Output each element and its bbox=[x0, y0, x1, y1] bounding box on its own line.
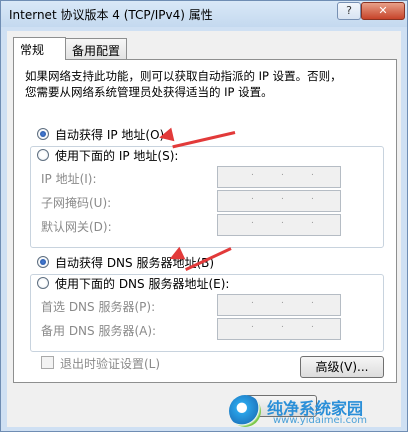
validate-checkbox[interactable] bbox=[41, 356, 54, 369]
ip-auto-label[interactable]: 自动获得 IP 地址(O) bbox=[55, 126, 164, 143]
ip-address-field[interactable]: ... bbox=[217, 166, 341, 188]
watermark: 纯净系统家园 www.yidaimei.com bbox=[229, 393, 405, 431]
description-line-1: 如果网络支持此功能，则可以获取自动指派的 IP 设置。否则， bbox=[25, 69, 342, 83]
tab-alternate-config[interactable]: 备用配置 bbox=[65, 38, 127, 59]
alternate-dns-field[interactable]: ... bbox=[217, 318, 341, 340]
title-bar: Internet 协议版本 4 (TCP/IPv4) 属性 ? ✕ bbox=[1, 1, 407, 27]
dns-manual-label[interactable]: 使用下面的 DNS 服务器地址(E): bbox=[55, 275, 232, 292]
subnet-mask-field[interactable]: ... bbox=[217, 190, 341, 212]
dialog-window: Internet 协议版本 4 (TCP/IPv4) 属性 ? ✕ 常规 备用配… bbox=[0, 0, 408, 432]
help-button[interactable]: ? bbox=[337, 2, 361, 20]
preferred-dns-label: 首选 DNS 服务器(P): bbox=[41, 300, 156, 314]
default-gateway-field[interactable]: ... bbox=[217, 214, 341, 236]
advanced-button[interactable]: 高级(V)... bbox=[300, 356, 384, 378]
watermark-url: www.yidaimei.com bbox=[273, 415, 367, 426]
subnet-mask-label: 子网掩码(U): bbox=[41, 196, 112, 210]
ip-manual-label[interactable]: 使用下面的 IP 地址(S): bbox=[55, 147, 181, 164]
description-text: 如果网络支持此功能，则可以获取自动指派的 IP 设置。否则， 您需要从网络系统管… bbox=[25, 68, 385, 100]
tab-general[interactable]: 常规 bbox=[13, 37, 66, 60]
validate-label[interactable]: 退出时验证设置(L) bbox=[60, 355, 160, 372]
watermark-logo-icon bbox=[229, 395, 261, 427]
ip-auto-radio[interactable] bbox=[37, 128, 49, 140]
window-title: Internet 协议版本 4 (TCP/IPv4) 属性 bbox=[9, 8, 213, 22]
dns-manual-radio[interactable] bbox=[37, 277, 49, 289]
close-button[interactable]: ✕ bbox=[361, 2, 405, 20]
preferred-dns-field[interactable]: ... bbox=[217, 294, 341, 316]
tab-panel-general: 如果网络支持此功能，则可以获取自动指派的 IP 设置。否则， 您需要从网络系统管… bbox=[13, 59, 397, 383]
dialog-client: 常规 备用配置 如果网络支持此功能，则可以获取自动指派的 IP 设置。否则， 您… bbox=[7, 31, 401, 427]
description-line-2: 您需要从网络系统管理员处获得适当的 IP 设置。 bbox=[25, 85, 273, 99]
ip-address-label: IP 地址(I): bbox=[41, 172, 97, 186]
dns-auto-radio[interactable] bbox=[37, 256, 49, 268]
alternate-dns-label: 备用 DNS 服务器(A): bbox=[41, 324, 157, 338]
ip-manual-radio[interactable] bbox=[37, 149, 49, 161]
default-gateway-label: 默认网关(D): bbox=[41, 220, 112, 234]
